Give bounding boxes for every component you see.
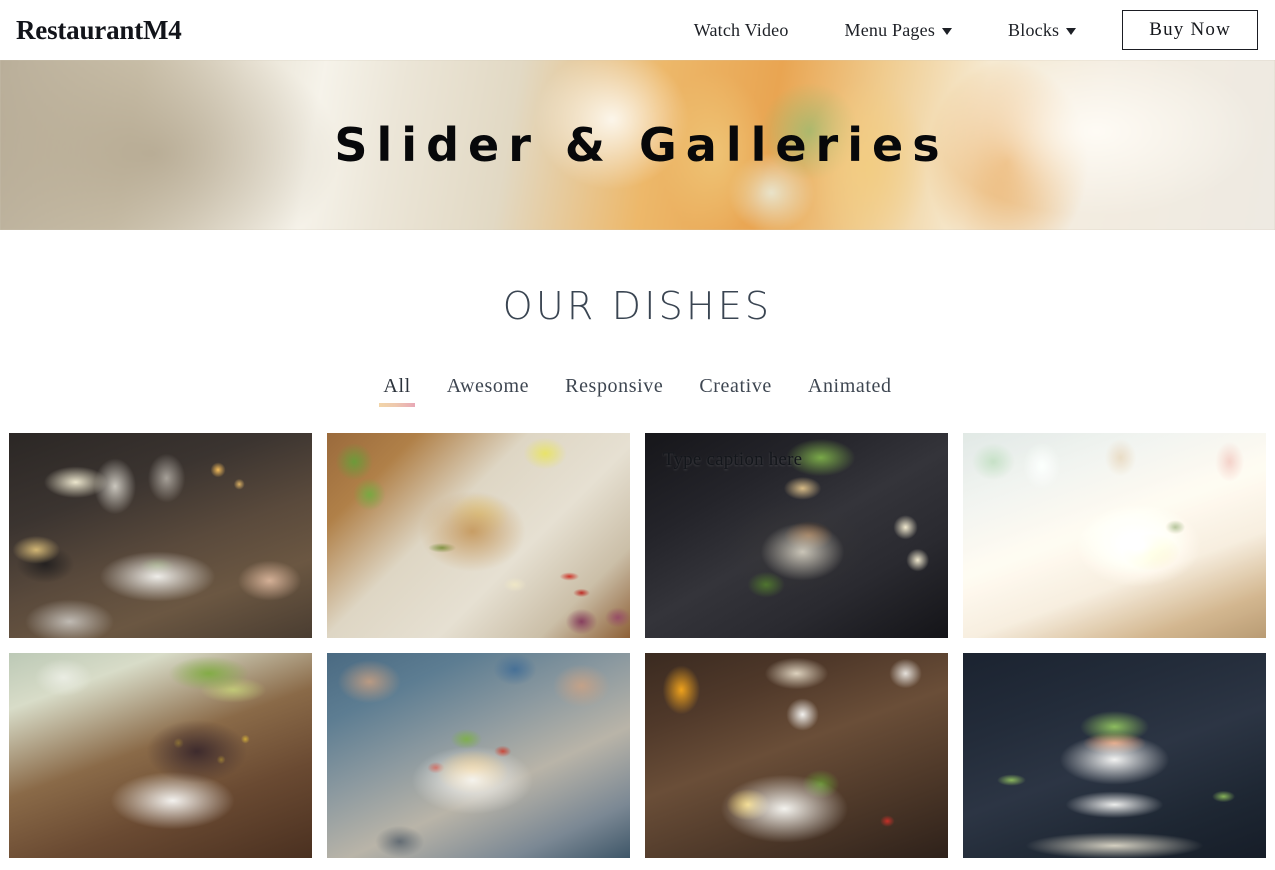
dish-image-pasta-bowl: [963, 433, 1266, 638]
hero-banner: Slider & Galleries: [0, 60, 1275, 230]
filter-tab-animated[interactable]: Animated: [790, 375, 910, 407]
dishes-section: OUR DISHES All Awesome Responsive Creati…: [0, 230, 1275, 858]
dish-image-dinner-table: [9, 433, 312, 638]
gallery-item[interactable]: [327, 653, 630, 858]
gallery-filter-tabs: All Awesome Responsive Creative Animated: [0, 375, 1275, 407]
section-title: OUR DISHES: [502, 284, 773, 328]
chevron-down-icon: [942, 27, 953, 35]
chevron-down-icon: [1066, 27, 1077, 35]
dish-image-black-rice-salad: [9, 653, 312, 858]
gallery-item[interactable]: [9, 653, 312, 858]
dish-image-eggs-benedict: [645, 653, 948, 858]
hero-title: Slider & Galleries: [334, 118, 949, 172]
brand-logo[interactable]: RestaurantM4: [16, 15, 182, 46]
gallery-item-caption: Type caption here: [663, 449, 803, 470]
dish-image-nachos: [327, 653, 630, 858]
filter-tab-all[interactable]: All: [365, 375, 428, 407]
filter-tab-responsive[interactable]: Responsive: [547, 375, 681, 407]
nav-item-blocks[interactable]: Blocks: [980, 20, 1104, 41]
buy-now-button[interactable]: Buy Now: [1122, 10, 1258, 50]
gallery-item[interactable]: [645, 653, 948, 858]
nav-item-watch-video[interactable]: Watch Video: [666, 20, 817, 41]
dishes-gallery-grid: Type caption here: [0, 433, 1275, 858]
gallery-item[interactable]: Type caption here: [645, 433, 948, 638]
filter-tab-creative[interactable]: Creative: [681, 375, 790, 407]
dish-image-sushi: [963, 653, 1266, 858]
nav-label: Blocks: [1008, 19, 1060, 40]
gallery-item[interactable]: [327, 433, 630, 638]
gallery-item[interactable]: [963, 653, 1266, 858]
nav-label: Watch Video: [693, 19, 789, 40]
nav-item-menu-pages[interactable]: Menu Pages: [817, 20, 981, 41]
gallery-item[interactable]: [963, 433, 1266, 638]
nav-label: Menu Pages: [844, 19, 936, 40]
gallery-item[interactable]: [9, 433, 312, 638]
filter-tab-awesome[interactable]: Awesome: [429, 375, 547, 407]
main-navigation: Watch Video Menu Pages Blocks Buy Now: [666, 10, 1259, 50]
site-header: RestaurantM4 Watch Video Menu Pages Bloc…: [0, 0, 1275, 60]
dish-image-noodle-salad-board: [327, 433, 630, 638]
